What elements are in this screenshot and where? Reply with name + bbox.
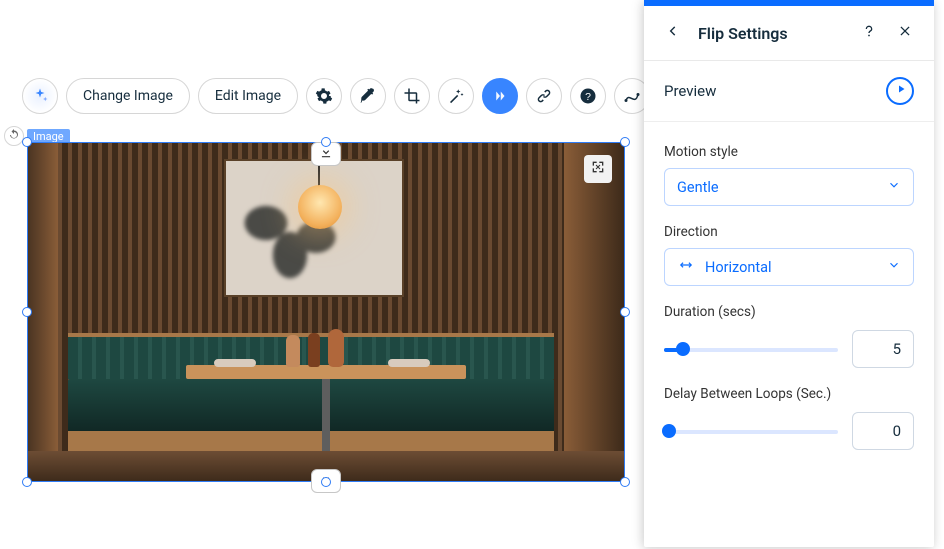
horizontal-arrows-icon xyxy=(677,258,695,276)
question-icon xyxy=(861,23,877,43)
change-image-label: Change Image xyxy=(83,88,173,104)
animation-button[interactable] xyxy=(482,78,518,114)
resize-handle-mr[interactable] xyxy=(620,307,630,317)
panel-title: Flip Settings xyxy=(698,24,844,43)
motion-style-field: Motion style Gentle xyxy=(664,144,914,206)
resize-handle-tl[interactable] xyxy=(22,137,32,147)
help-button[interactable]: ? xyxy=(570,78,606,114)
direction-value: Horizontal xyxy=(705,259,877,276)
resize-handle-br[interactable] xyxy=(620,477,630,487)
motion-style-label: Motion style xyxy=(664,144,914,160)
duration-slider[interactable] xyxy=(664,342,838,356)
delay-value: 0 xyxy=(893,422,901,440)
edit-image-button[interactable]: Edit Image xyxy=(198,78,298,114)
play-icon xyxy=(893,83,907,99)
preview-play-button[interactable] xyxy=(886,77,914,105)
duration-input[interactable]: 5 xyxy=(852,330,914,368)
delay-field: Delay Between Loops (Sec.) 0 xyxy=(664,386,914,450)
download-icon xyxy=(319,145,333,163)
duration-label: Duration (secs) xyxy=(664,304,914,320)
sparkle-icon xyxy=(31,87,49,105)
duration-value: 5 xyxy=(893,340,901,358)
motion-style-select[interactable]: Gentle xyxy=(664,168,914,206)
dropper-icon xyxy=(359,87,377,105)
panel-back-button[interactable] xyxy=(662,22,684,44)
panel-header: Flip Settings xyxy=(644,6,934,61)
svg-text:?: ? xyxy=(585,91,591,103)
change-image-button[interactable]: Change Image xyxy=(66,78,190,114)
direction-select[interactable]: Horizontal xyxy=(664,248,914,286)
undo-button[interactable] xyxy=(4,126,24,146)
resize-handle-ml[interactable] xyxy=(22,307,32,317)
direction-field: Direction Horizontal xyxy=(664,224,914,286)
link-button[interactable] xyxy=(526,78,562,114)
ai-sparkle-button[interactable] xyxy=(22,78,58,114)
motion-style-value: Gentle xyxy=(677,179,877,196)
chevron-down-icon xyxy=(887,178,901,196)
duration-field: Duration (secs) 5 xyxy=(664,304,914,368)
flip-settings-panel: Flip Settings Preview Motion style Gentl… xyxy=(644,0,934,547)
close-icon xyxy=(898,24,912,42)
preview-row: Preview xyxy=(644,61,934,122)
resize-handle-bl[interactable] xyxy=(22,477,32,487)
preview-label: Preview xyxy=(664,82,716,100)
animation-icon xyxy=(491,87,509,105)
chevron-left-icon xyxy=(666,24,680,42)
panel-close-button[interactable] xyxy=(894,22,916,44)
curve-icon xyxy=(623,87,641,105)
expand-icon xyxy=(590,159,606,179)
wand-icon xyxy=(447,87,465,105)
edit-image-label: Edit Image xyxy=(215,88,281,104)
image-content xyxy=(28,143,624,481)
resize-handle-tr[interactable] xyxy=(620,137,630,147)
gear-icon xyxy=(315,87,333,105)
panel-help-button[interactable] xyxy=(858,22,880,44)
settings-button[interactable] xyxy=(306,78,342,114)
crop-icon xyxy=(403,87,421,105)
image-selection[interactable] xyxy=(27,142,625,482)
undo-icon xyxy=(8,128,20,144)
resize-handle-bm[interactable] xyxy=(321,477,331,487)
help-icon: ? xyxy=(579,87,597,105)
delay-slider[interactable] xyxy=(664,424,838,438)
panel-body: Motion style Gentle Direction Horizontal xyxy=(644,122,934,470)
direction-label: Direction xyxy=(664,224,914,240)
delay-input[interactable]: 0 xyxy=(852,412,914,450)
expand-image-button[interactable] xyxy=(584,155,612,183)
chevron-down-icon xyxy=(887,258,901,276)
image-toolbar: Change Image Edit Image ? xyxy=(22,78,650,114)
delay-label: Delay Between Loops (Sec.) xyxy=(664,386,914,402)
color-picker-button[interactable] xyxy=(350,78,386,114)
magic-wand-button[interactable] xyxy=(438,78,474,114)
link-icon xyxy=(535,87,553,105)
crop-button[interactable] xyxy=(394,78,430,114)
resize-handle-tm[interactable] xyxy=(321,137,331,147)
